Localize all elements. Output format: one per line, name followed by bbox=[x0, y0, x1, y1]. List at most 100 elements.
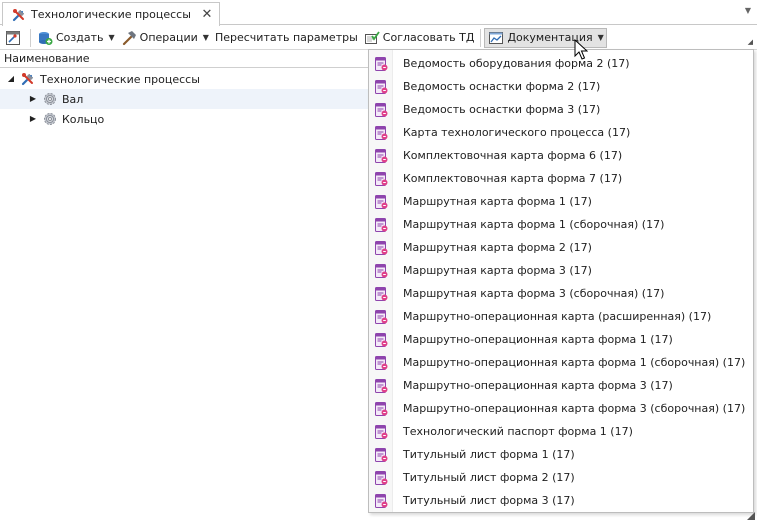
toolbar-overflow-icon[interactable]: ◢ bbox=[748, 38, 753, 46]
menu-item-label: Титульный лист форма 1 (17) bbox=[403, 448, 575, 461]
create-label: Создать bbox=[56, 31, 104, 44]
report-form-icon bbox=[375, 171, 388, 186]
menu-item-report[interactable]: Титульный лист форма 3 (17) bbox=[369, 489, 753, 512]
menu-item-report[interactable]: Комплектовочная карта форма 7 (17) bbox=[369, 167, 753, 190]
menu-item-label: Титульный лист форма 2 (17) bbox=[403, 471, 575, 484]
create-icon bbox=[39, 31, 53, 45]
menu-item-label: Маршрутно-операционная карта (расширенна… bbox=[403, 310, 712, 323]
approve-document-icon bbox=[364, 30, 380, 44]
tools-icon bbox=[12, 8, 24, 21]
report-form-icon bbox=[375, 286, 388, 301]
report-form-icon bbox=[375, 102, 388, 117]
mouse-cursor-icon bbox=[574, 39, 588, 60]
menu-item-label: Титульный лист форма 3 (17) bbox=[403, 494, 575, 507]
menu-item-label: Ведомость оснастки форма 3 (17) bbox=[403, 103, 601, 116]
operations-button[interactable]: Операции ▼ bbox=[118, 27, 212, 49]
report-form-icon bbox=[375, 355, 388, 370]
column-header-name[interactable]: Наименование bbox=[0, 51, 368, 68]
menu-item-label: Маршрутная карта форма 2 (17) bbox=[403, 241, 592, 254]
toolbar-separator bbox=[30, 28, 31, 47]
menu-item-report[interactable]: Маршрутная карта форма 3 (17) bbox=[369, 259, 753, 282]
menu-item-report[interactable]: Маршрутно-операционная карта форма 3 (сб… bbox=[369, 397, 753, 420]
report-form-icon bbox=[375, 240, 388, 255]
operations-label: Операции bbox=[139, 31, 198, 44]
menu-item-label: Комплектовочная карта форма 7 (17) bbox=[403, 172, 623, 185]
approve-td-button[interactable]: Согласовать ТД bbox=[361, 27, 478, 49]
menu-item-report[interactable]: Титульный лист форма 2 (17) bbox=[369, 466, 753, 489]
report-form-icon bbox=[375, 401, 388, 416]
properties-icon bbox=[6, 30, 20, 45]
menu-item-label: Карта технологического процесса (17) bbox=[403, 126, 631, 139]
resize-grip-icon[interactable] bbox=[747, 512, 755, 520]
chevron-down-icon[interactable]: ▼ bbox=[598, 33, 604, 42]
report-form-icon bbox=[375, 378, 388, 393]
process-tree: ◢ Технологические процессы ▶ Вал ▶ Кольц… bbox=[0, 69, 368, 129]
report-form-icon bbox=[375, 447, 388, 462]
tree-item-shaft[interactable]: ▶ Вал bbox=[0, 89, 368, 109]
menu-item-report[interactable]: Карта технологического процесса (17) bbox=[369, 121, 753, 144]
menu-item-report[interactable]: Маршрутно-операционная карта форма 3 (17… bbox=[369, 374, 753, 397]
report-form-icon bbox=[375, 424, 388, 439]
menu-item-label: Маршрутная карта форма 1 (17) bbox=[403, 195, 592, 208]
menu-item-label: Маршрутно-операционная карта форма 3 (17… bbox=[403, 379, 673, 392]
chevron-down-icon: ▼ bbox=[108, 33, 115, 42]
menu-item-label: Комплектовочная карта форма 6 (17) bbox=[403, 149, 623, 162]
menu-item-report[interactable]: Комплектовочная карта форма 6 (17) bbox=[369, 144, 753, 167]
tree-item-label: Вал bbox=[62, 92, 84, 106]
report-form-icon bbox=[375, 470, 388, 485]
expand-triangle-icon[interactable]: ▶ bbox=[28, 94, 38, 104]
menu-item-report[interactable]: Маршрутно-операционная карта (расширенна… bbox=[369, 305, 753, 328]
menu-item-label: Маршрутно-операционная карта форма 1 (17… bbox=[403, 333, 673, 346]
toolbar-separator bbox=[480, 28, 482, 47]
report-form-icon bbox=[375, 194, 388, 209]
report-form-icon bbox=[375, 148, 388, 163]
menu-item-label: Маршрутно-операционная карта форма 1 (сб… bbox=[403, 356, 746, 369]
recalc-params-button[interactable]: Пересчитать параметры bbox=[212, 27, 361, 49]
menu-item-label: Маршрутная карта форма 1 (сборочная) (17… bbox=[403, 218, 665, 231]
close-icon[interactable]: ✕ bbox=[199, 7, 215, 23]
tab-technological-processes[interactable]: Технологические процессы ✕ bbox=[2, 2, 220, 26]
report-form-icon bbox=[375, 125, 388, 140]
gear-icon bbox=[44, 93, 56, 105]
recalc-params-label: Пересчитать параметры bbox=[214, 31, 358, 44]
collapse-triangle-icon[interactable]: ◢ bbox=[6, 74, 16, 84]
toolbar: Создать ▼ Операции ▼ Пересчитать парамет… bbox=[0, 26, 757, 50]
report-form-icon bbox=[375, 56, 388, 71]
tree-root[interactable]: ◢ Технологические процессы bbox=[0, 69, 368, 89]
create-button[interactable]: Создать ▼ bbox=[34, 27, 118, 49]
properties-button[interactable] bbox=[2, 27, 27, 49]
approve-td-label: Согласовать ТД bbox=[382, 31, 475, 44]
tree-item-ring[interactable]: ▶ Кольцо bbox=[0, 109, 368, 129]
menu-item-report[interactable]: Маршрутно-операционная карта форма 1 (17… bbox=[369, 328, 753, 351]
menu-item-report[interactable]: Титульный лист форма 1 (17) bbox=[369, 443, 753, 466]
menu-item-report[interactable]: Ведомость оснастки форма 3 (17) bbox=[369, 98, 753, 121]
tree-root-label: Технологические процессы bbox=[40, 72, 200, 86]
menu-item-report[interactable]: Маршрутная карта форма 1 (17) bbox=[369, 190, 753, 213]
menu-item-report[interactable]: Маршрутная карта форма 1 (сборочная) (17… bbox=[369, 213, 753, 236]
report-form-icon bbox=[375, 79, 388, 94]
menu-item-label: Маршрутная карта форма 3 (17) bbox=[403, 264, 592, 277]
menu-item-label: Ведомость оснастки форма 2 (17) bbox=[403, 80, 601, 93]
menu-item-report[interactable]: Маршрутная карта форма 3 (сборочная) (17… bbox=[369, 282, 753, 305]
report-form-icon bbox=[375, 332, 388, 347]
tab-title: Технологические процессы bbox=[31, 8, 191, 21]
menu-item-report[interactable]: Маршрутно-операционная карта форма 1 (сб… bbox=[369, 351, 753, 374]
chevron-down-icon: ▼ bbox=[202, 33, 209, 42]
menu-item-label: Маршрутная карта форма 3 (сборочная) (17… bbox=[403, 287, 665, 300]
documentation-button[interactable]: Документация ▼ bbox=[484, 27, 607, 48]
tree-item-label: Кольцо bbox=[62, 112, 105, 126]
report-form-icon bbox=[375, 493, 388, 508]
menu-item-report[interactable]: Ведомость оборудования форма 2 (17) bbox=[369, 52, 753, 75]
menu-item-label: Технологический паспорт форма 1 (17) bbox=[403, 425, 633, 438]
menu-item-report[interactable]: Технологический паспорт форма 1 (17) bbox=[369, 420, 753, 443]
gear-icon bbox=[44, 113, 56, 125]
chart-document-icon bbox=[489, 31, 504, 44]
tools-icon bbox=[21, 73, 33, 86]
tab-overflow-chevron-down-icon[interactable]: ▼ bbox=[743, 6, 753, 16]
report-form-icon bbox=[375, 263, 388, 278]
menu-item-report[interactable]: Маршрутная карта форма 2 (17) bbox=[369, 236, 753, 259]
hammer-icon bbox=[122, 30, 136, 45]
menu-item-report[interactable]: Ведомость оснастки форма 2 (17) bbox=[369, 75, 753, 98]
expand-triangle-icon[interactable]: ▶ bbox=[28, 114, 38, 124]
report-form-icon bbox=[375, 217, 388, 232]
